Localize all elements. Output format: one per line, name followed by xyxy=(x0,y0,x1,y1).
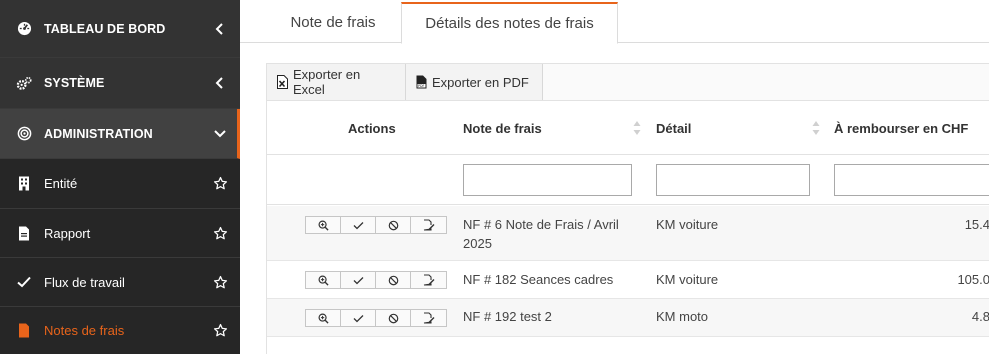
tab-bar: Note de frais Détails des notes de frais xyxy=(240,0,989,44)
zoom-in-icon[interactable] xyxy=(306,217,341,233)
filter-amount-input[interactable] xyxy=(834,164,989,196)
column-header-note-de-frais[interactable]: Note de frais xyxy=(463,101,542,155)
sidebar-item-rapport[interactable]: Rapport xyxy=(0,209,240,258)
sort-icon[interactable] xyxy=(812,120,820,136)
tab-note-de-frais[interactable]: Note de frais xyxy=(268,2,398,43)
cell-detail: KM voiture xyxy=(656,272,719,287)
sort-icon[interactable] xyxy=(633,120,641,136)
cell-note-de-frais: NF # 182 Seances cadres xyxy=(463,272,614,287)
sidebar-item-notes-de-frais[interactable]: Notes de frais xyxy=(0,307,240,354)
building-icon xyxy=(16,176,32,192)
sidebar-item-system[interactable]: SYSTÈME xyxy=(0,58,240,109)
sidebar-item-label: Rapport xyxy=(44,225,91,241)
edit-doc-icon[interactable] xyxy=(411,272,446,288)
sidebar-item-dashboard[interactable]: TABLEAU DE BORD xyxy=(0,0,240,58)
details-table: Actions Note de frais Détail À rembourse… xyxy=(267,100,989,354)
cell-amount: 15.4 xyxy=(964,217,989,232)
ban-icon[interactable] xyxy=(376,272,411,288)
column-header-label: Note de frais xyxy=(463,120,542,136)
ban-icon[interactable] xyxy=(376,217,411,233)
chevron-left-icon xyxy=(212,75,228,91)
tab-label: Note de frais xyxy=(290,14,376,31)
cell-amount: 4.8 xyxy=(971,309,989,324)
sidebar-item-entite[interactable]: Entité xyxy=(0,159,240,209)
sidebar-item-flux-de-travail[interactable]: Flux de travail xyxy=(0,258,240,307)
dashboard-icon xyxy=(16,21,32,37)
row-actions xyxy=(305,216,447,234)
check-icon xyxy=(16,274,32,290)
table-row[interactable]: NF # 6 Note de Frais / Avril 2025 KM voi… xyxy=(267,206,989,261)
file-icon xyxy=(16,225,32,241)
pdf-file-icon: PDF xyxy=(416,75,427,89)
cell-note-de-frais: NF # 192 test 2 xyxy=(463,309,552,324)
sidebar-item-label: TABLEAU DE BORD xyxy=(44,21,166,36)
row-actions xyxy=(305,271,447,289)
cell-amount: 105.0 xyxy=(957,272,989,287)
table-header: Actions Note de frais Détail À rembourse… xyxy=(267,101,989,155)
sidebar-item-label: ADMINISTRATION xyxy=(44,126,153,141)
edit-doc-icon[interactable] xyxy=(411,217,446,233)
column-header-actions: Actions xyxy=(348,101,396,155)
cogs-icon xyxy=(16,75,32,91)
main-content: Note de frais Détails des notes de frais… xyxy=(240,0,989,354)
filter-note-de-frais-input[interactable] xyxy=(463,164,632,196)
zoom-in-icon[interactable] xyxy=(306,272,341,288)
details-panel: Exporter en Excel PDF Exporter en PDF Ac… xyxy=(266,63,989,354)
column-header-detail[interactable]: Détail xyxy=(656,101,691,155)
sidebar-item-label: Notes de frais xyxy=(44,323,125,338)
chevron-down-icon xyxy=(212,126,228,142)
table-row[interactable]: NF # 192 test 2 KM moto 4.8 xyxy=(267,299,989,337)
star-icon[interactable] xyxy=(212,176,228,192)
edit-doc-icon[interactable] xyxy=(411,310,446,326)
sidebar-item-label: Flux de travail xyxy=(44,274,125,290)
star-icon[interactable] xyxy=(212,323,228,339)
column-header-label: À rembourser en CHF xyxy=(834,120,969,136)
sidebar-item-administration[interactable]: ADMINISTRATION xyxy=(0,109,240,159)
target-icon xyxy=(16,126,32,142)
filter-detail-input[interactable] xyxy=(656,164,810,196)
star-icon[interactable] xyxy=(212,274,228,290)
check-icon[interactable] xyxy=(341,272,376,288)
chevron-left-icon xyxy=(212,21,228,37)
svg-text:PDF: PDF xyxy=(418,84,425,88)
column-header-label: Actions xyxy=(348,120,396,136)
check-icon[interactable] xyxy=(341,217,376,233)
tab-details-notes-de-frais[interactable]: Détails des notes de frais xyxy=(401,2,618,44)
sidebar: TABLEAU DE BORD SYSTÈME ADMINISTRATION E… xyxy=(0,0,240,354)
filter-row xyxy=(267,155,989,205)
export-pdf-label: Exporter en PDF xyxy=(432,74,529,90)
sidebar-item-label: Entité xyxy=(44,176,78,191)
zoom-in-icon[interactable] xyxy=(306,310,341,326)
cell-note-de-frais: NF # 6 Note de Frais / Avril 2025 xyxy=(463,217,619,251)
column-header-a-rembourser[interactable]: À rembourser en CHF xyxy=(834,101,968,155)
column-header-label: Détail xyxy=(656,120,692,136)
cell-detail: KM moto xyxy=(656,309,709,324)
cell-detail: KM voiture xyxy=(656,217,719,232)
star-icon[interactable] xyxy=(212,225,228,241)
tab-label: Détails des notes de frais xyxy=(425,15,594,32)
table-row[interactable]: NF # 182 Seances cadres KM voiture 105.0 xyxy=(267,262,989,299)
excel-file-icon xyxy=(277,75,288,89)
export-pdf-button[interactable]: PDF Exporter en PDF xyxy=(406,64,543,100)
ban-icon[interactable] xyxy=(376,310,411,326)
export-excel-button[interactable]: Exporter en Excel xyxy=(267,64,406,100)
file-icon xyxy=(16,323,32,339)
export-toolbar: Exporter en Excel PDF Exporter en PDF xyxy=(267,64,543,100)
row-actions xyxy=(305,309,447,327)
check-icon[interactable] xyxy=(341,310,376,326)
sidebar-item-label: SYSTÈME xyxy=(44,76,105,90)
export-excel-label: Exporter en Excel xyxy=(293,67,361,97)
